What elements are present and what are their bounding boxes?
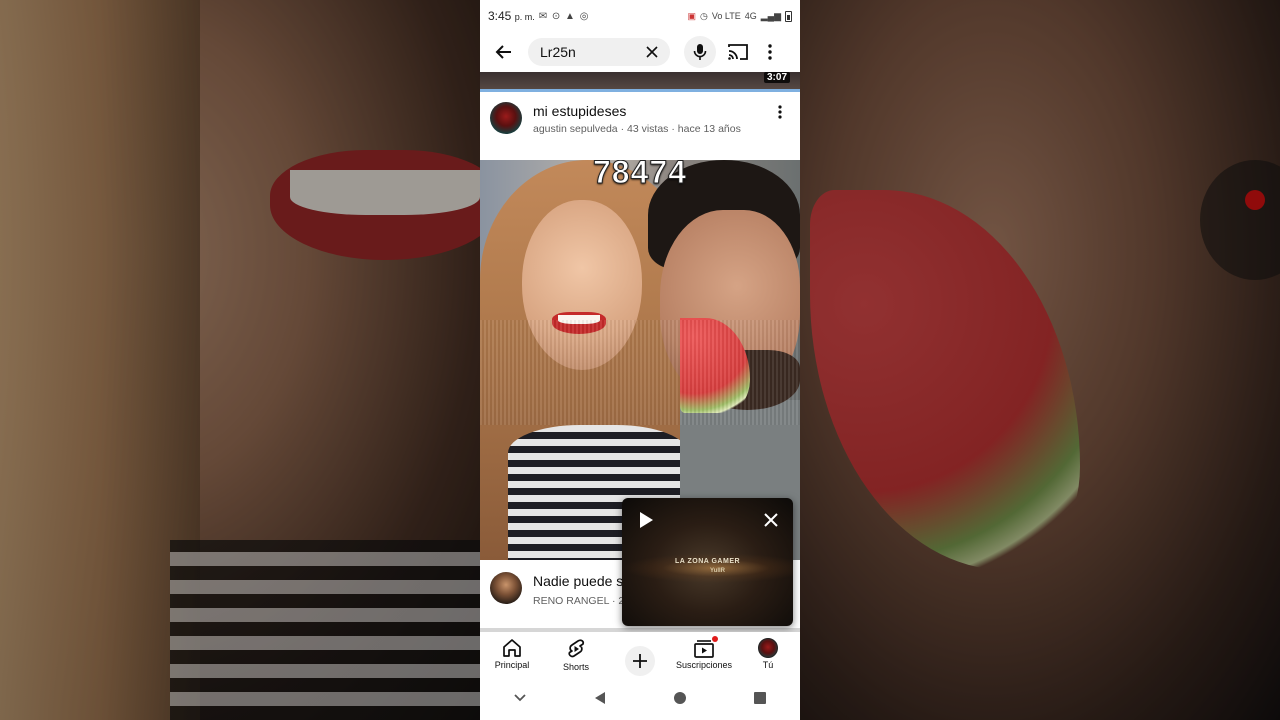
- video-subtitle: agustin sepulveda · 43 vistas · hace 13 …: [533, 123, 741, 135]
- system-navigation: [480, 676, 800, 720]
- background-blur-right: [800, 0, 1280, 720]
- nav-home-label: Principal: [494, 660, 530, 670]
- channel-avatar-2[interactable]: [490, 572, 522, 604]
- notification-icons: ✉ ⊙ ▲ ◎: [538, 10, 590, 22]
- voice-search-button[interactable]: [684, 36, 716, 68]
- nav-shorts-label: Shorts: [562, 662, 589, 672]
- nav-create[interactable]: [608, 632, 672, 676]
- alarm-icon: ◷: [700, 10, 708, 21]
- nav-home[interactable]: Principal: [480, 632, 544, 676]
- battery-icon: [785, 10, 792, 22]
- cast-status-icon: ▣: [687, 10, 697, 21]
- search-header: Lr25n: [480, 32, 800, 72]
- previous-video-thumbnail[interactable]: 3:07: [480, 72, 800, 92]
- channel-avatar[interactable]: [490, 102, 522, 134]
- mic-icon: [693, 44, 707, 60]
- system-back-icon[interactable]: [588, 686, 612, 710]
- collapse-chevron-icon[interactable]: [508, 686, 532, 710]
- profile-avatar: [758, 638, 778, 658]
- volte-label: Vo LTE: [711, 11, 741, 21]
- shorts-icon: [568, 639, 585, 658]
- system-home-icon[interactable]: [668, 686, 692, 710]
- back-arrow-icon[interactable]: [488, 36, 520, 68]
- plus-icon: [633, 654, 647, 668]
- video-result-meta[interactable]: mi estupideses agustin sepulveda · 43 vi…: [480, 92, 800, 160]
- status-bar: 3:45 p. m. ✉ ⊙ ▲ ◎ ▣ ◷ Vo LTE 4G ▂▄▆: [480, 0, 800, 32]
- video-text: mi estupideses agustin sepulveda · 43 vi…: [533, 102, 770, 160]
- network-label: 4G: [744, 11, 757, 21]
- video-duration: 3:07: [763, 72, 790, 83]
- clear-search-icon[interactable]: [644, 44, 660, 60]
- signal-icon: ▂▄▆: [760, 10, 781, 21]
- video-options-icon[interactable]: [770, 102, 790, 126]
- bottom-navigation: Principal Shorts Suscripciones Tú: [480, 632, 800, 676]
- nav-you-label: Tú: [762, 660, 774, 670]
- mini-player[interactable]: LA ZONA GAMER YulIR: [622, 498, 793, 626]
- phone-screen: 3:45 p. m. ✉ ⊙ ▲ ◎ ▣ ◷ Vo LTE 4G ▂▄▆ Lr2…: [480, 0, 800, 720]
- nav-shorts[interactable]: Shorts: [544, 632, 608, 676]
- system-recents-icon[interactable]: [748, 686, 772, 710]
- create-button[interactable]: [625, 646, 655, 676]
- search-query: Lr25n: [540, 44, 576, 60]
- mini-player-title: LA ZONA GAMER: [674, 558, 741, 565]
- status-right-icons: ▣ ◷ Vo LTE 4G ▂▄▆: [687, 10, 792, 22]
- more-options-icon[interactable]: [760, 40, 780, 64]
- subscriptions-icon: [694, 640, 714, 658]
- status-time: 3:45 p. m.: [488, 9, 535, 23]
- nav-you[interactable]: Tú: [736, 632, 800, 676]
- mini-player-subtitle: YulIR: [709, 568, 725, 574]
- close-icon[interactable]: [759, 508, 783, 532]
- nav-subscriptions[interactable]: Suscripciones: [672, 632, 736, 676]
- home-icon: [503, 639, 521, 657]
- search-input[interactable]: Lr25n: [528, 38, 670, 66]
- background-blur-left: [0, 0, 480, 720]
- notification-dot: [712, 636, 718, 642]
- video-title: mi estupideses: [533, 103, 627, 119]
- nav-subscriptions-label: Suscripciones: [675, 660, 733, 670]
- play-icon[interactable]: [634, 508, 658, 532]
- cast-icon[interactable]: [726, 40, 750, 64]
- thumbnail-overlay-number: 78474: [593, 160, 687, 191]
